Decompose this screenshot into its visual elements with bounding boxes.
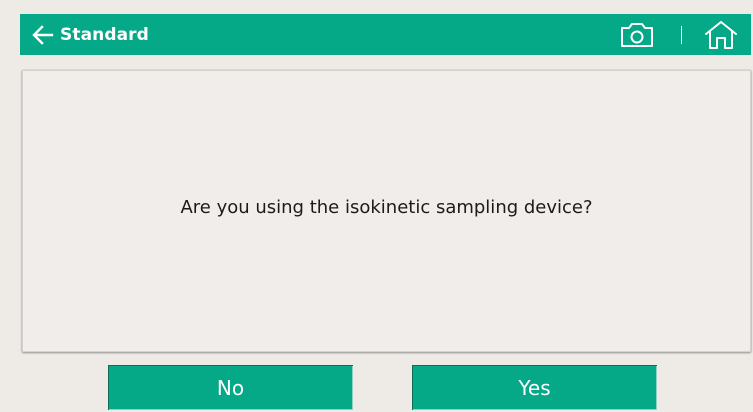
dialog-question: Are you using the isokinetic sampling de… xyxy=(180,197,593,218)
yes-button[interactable]: Yes xyxy=(412,365,657,410)
arrow-left-icon xyxy=(32,24,54,45)
back-button[interactable]: Standard xyxy=(32,21,149,48)
confirmation-dialog: Are you using the isokinetic sampling de… xyxy=(22,70,751,352)
header-divider xyxy=(681,26,682,44)
header-bar: Standard xyxy=(20,14,751,55)
camera-icon[interactable] xyxy=(620,22,654,48)
no-button[interactable]: No xyxy=(108,365,353,410)
home-icon[interactable] xyxy=(704,20,738,50)
page-title: Standard xyxy=(60,24,149,45)
